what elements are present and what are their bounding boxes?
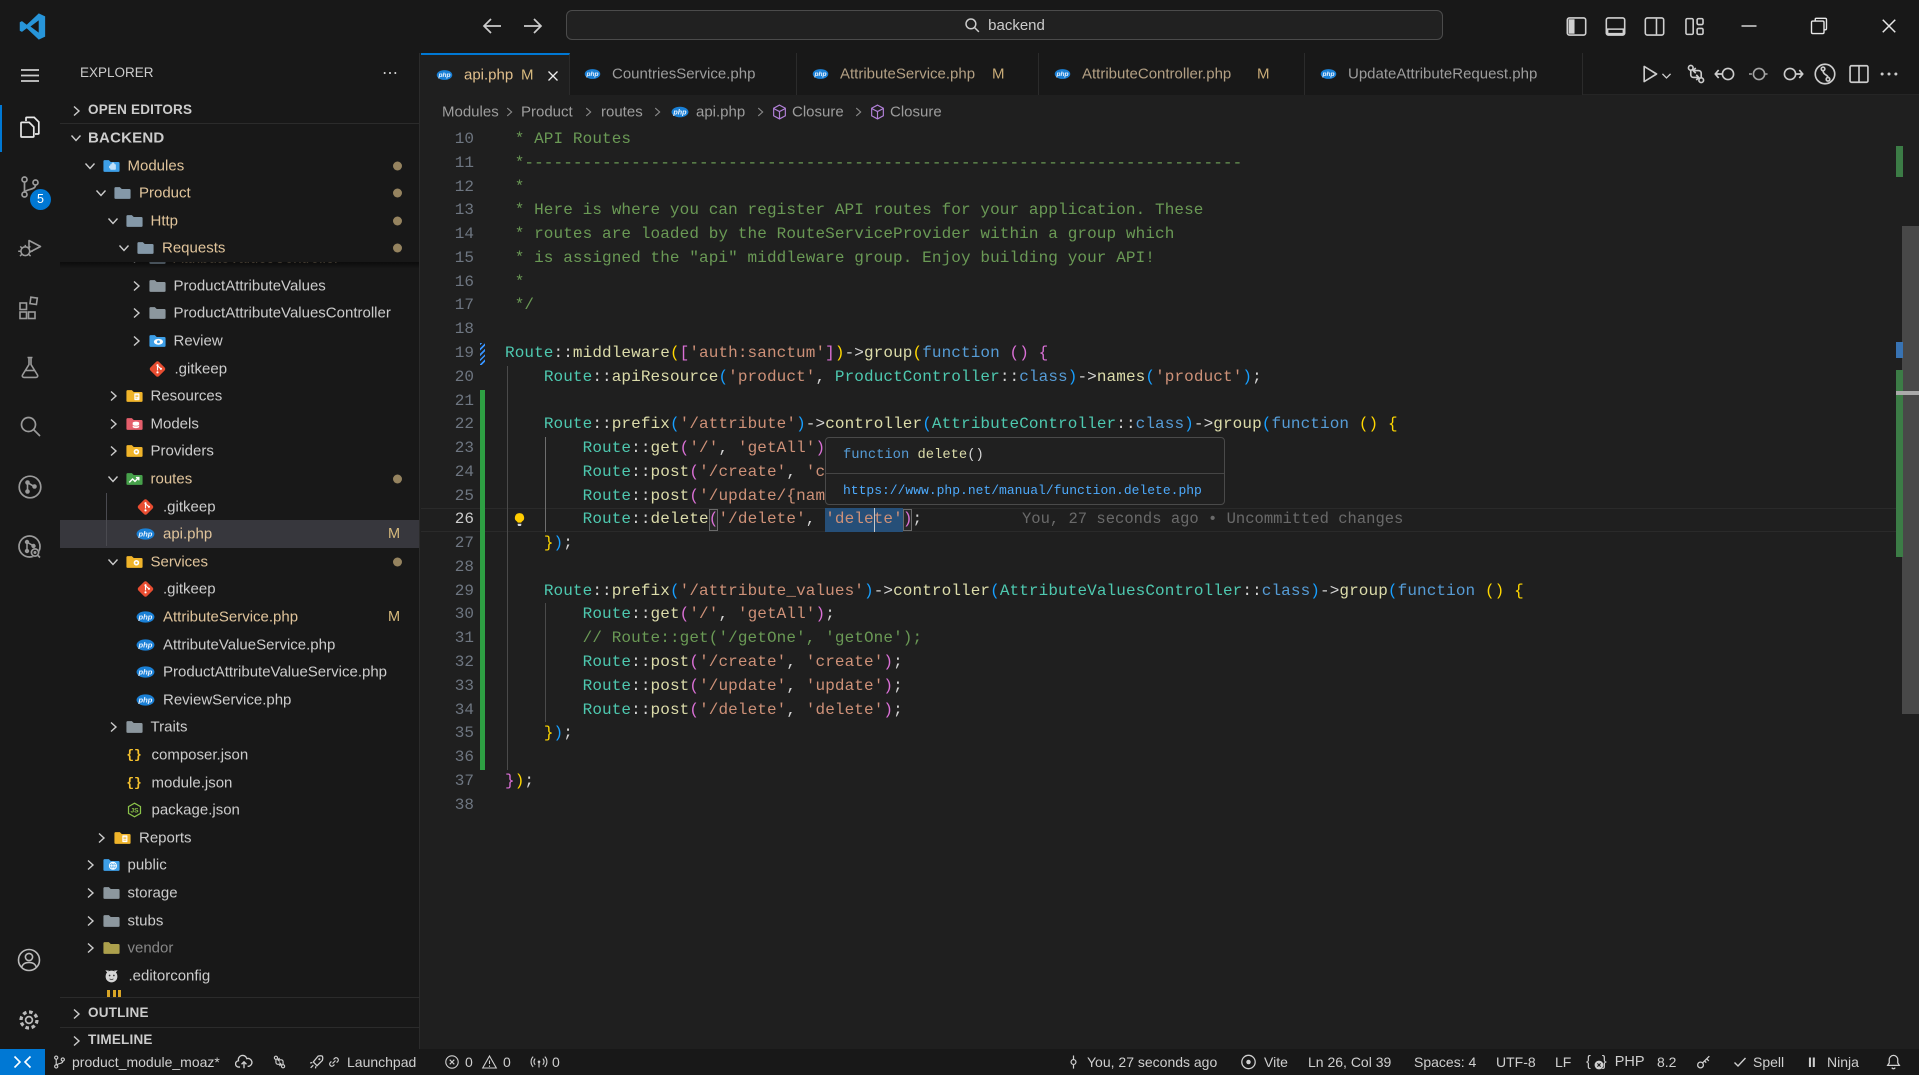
svg-text:JS: JS [130,808,139,815]
